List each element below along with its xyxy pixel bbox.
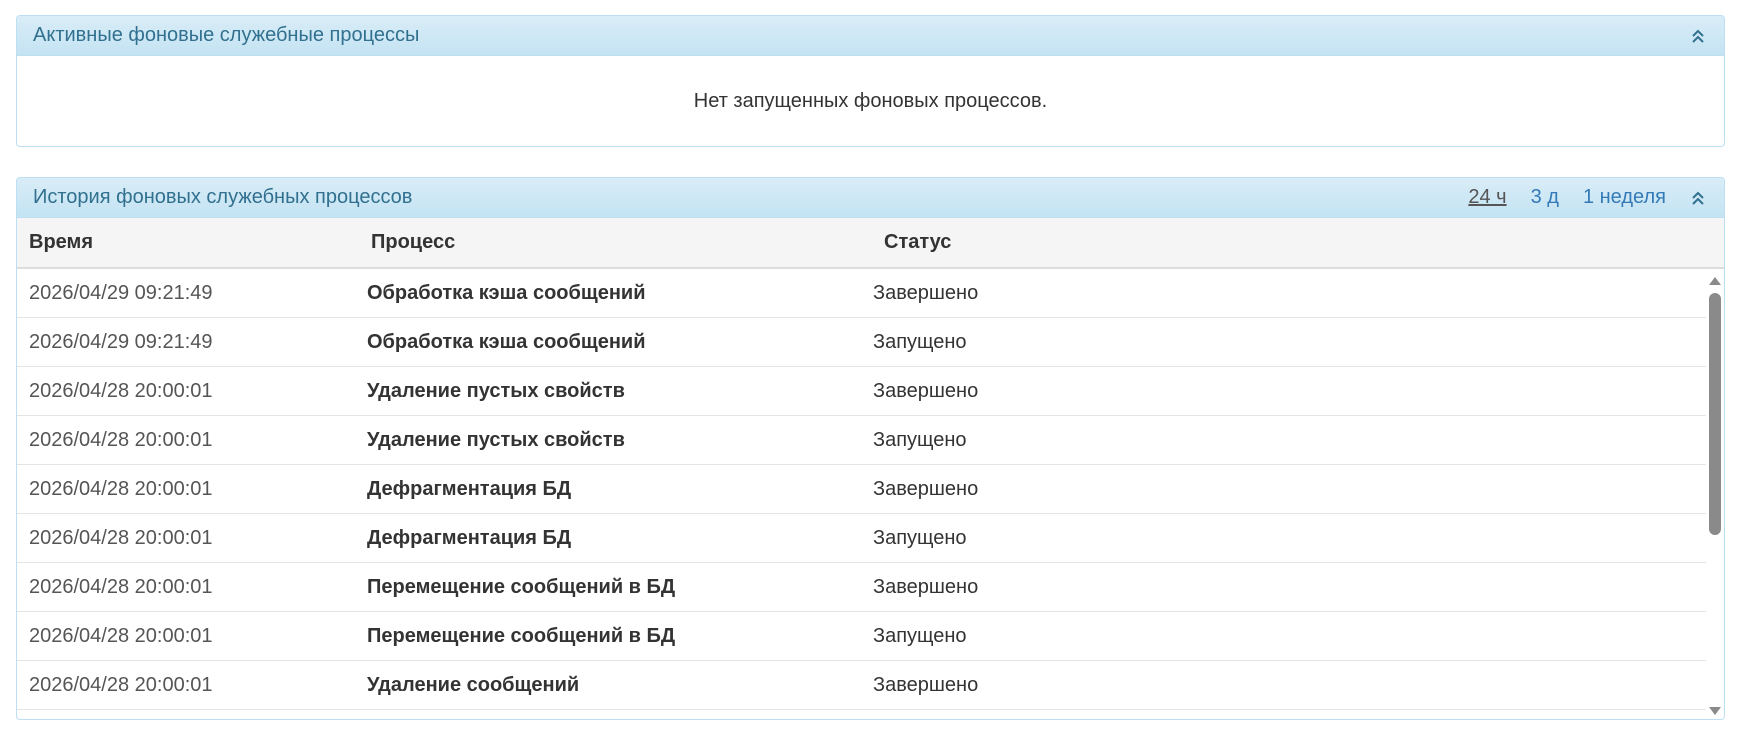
table-row: 2026/04/28 20:00:01 Дефрагментация БД За…	[17, 465, 1706, 514]
cell-time: 2026/04/28 20:00:01	[29, 379, 213, 402]
cell-time: 2026/04/29 09:21:49	[29, 330, 213, 353]
cell-process: Обработка кэша сообщений	[367, 330, 646, 353]
history-processes-panel: История фоновых служебных процессов 24 ч…	[16, 177, 1725, 720]
cell-time: 2026/04/28 20:00:01	[29, 673, 213, 696]
active-processes-heading: Активные фоновые служебные процессы	[17, 16, 1724, 56]
table-row: 2026/04/28 20:00:01 Удаление сообщений З…	[17, 661, 1706, 710]
table-scrollbar[interactable]	[1706, 269, 1724, 719]
cell-status: Запущено	[873, 526, 967, 549]
cell-time: 2026/04/28 20:00:01	[29, 428, 213, 451]
cell-process: Обработка кэша сообщений	[367, 281, 646, 304]
cell-process: Перемещение сообщений в БД	[367, 575, 676, 598]
scroll-up-arrow-icon[interactable]	[1709, 277, 1721, 285]
cell-time: 2026/04/28 20:00:01	[29, 477, 213, 500]
cell-status: Запущено	[873, 428, 967, 451]
cell-time: 2026/04/28 20:00:01	[29, 575, 213, 598]
collapse-history-button[interactable]	[1688, 188, 1708, 208]
cell-status: Завершено	[873, 575, 979, 598]
cell-status: Завершено	[873, 477, 979, 500]
chevron-double-up-icon	[1692, 191, 1704, 205]
cell-process: Удаление пустых свойств	[367, 379, 625, 402]
table-row: 2026/04/28 20:00:01 Удаление пустых свой…	[17, 367, 1706, 416]
cell-status: Завершено	[873, 673, 979, 696]
table-row: 2026/04/28 20:00:01 Удаление пустых свой…	[17, 416, 1706, 465]
table-row: 2026/04/29 09:21:49 Обработка кэша сообщ…	[17, 269, 1706, 318]
history-processes-heading: История фоновых служебных процессов 24 ч…	[17, 178, 1724, 218]
column-header-status[interactable]: Статус	[872, 231, 951, 254]
active-processes-title: Активные фоновые служебные процессы	[33, 24, 420, 46]
collapse-active-button[interactable]	[1688, 26, 1708, 46]
range-24h-link[interactable]: 24 ч	[1468, 186, 1506, 209]
range-3d-link[interactable]: 3 д	[1531, 186, 1559, 209]
cell-time: 2026/04/29 09:21:49	[29, 281, 213, 304]
no-active-processes-message: Нет запущенных фоновых процессов.	[693, 90, 1048, 112]
cell-status: Завершено	[873, 379, 979, 402]
cell-process: Перемещение сообщений в БД	[367, 624, 676, 647]
column-header-process[interactable]: Процесс	[359, 231, 872, 254]
history-table-header: Время Процесс Статус	[17, 218, 1724, 269]
cell-status: Завершено	[873, 281, 979, 304]
scrollbar-thumb[interactable]	[1709, 293, 1721, 535]
range-selector: 24 ч 3 д 1 неделя	[1444, 186, 1666, 209]
history-processes-title: История фоновых служебных процессов	[33, 186, 413, 208]
chevron-double-up-icon	[1692, 29, 1704, 43]
active-processes-panel: Активные фоновые служебные процессы Нет …	[16, 15, 1725, 147]
cell-process: Удаление сообщений	[367, 673, 580, 696]
scroll-down-arrow-icon[interactable]	[1709, 707, 1721, 715]
table-row: 2026/04/28 20:00:01 Дефрагментация БД За…	[17, 514, 1706, 563]
history-rows: 2026/04/29 09:21:49 Обработка кэша сообщ…	[17, 269, 1706, 710]
table-row: 2026/04/28 20:00:01 Перемещение сообщени…	[17, 612, 1706, 661]
cell-process: Удаление пустых свойств	[367, 428, 625, 451]
cell-process: Дефрагментация БД	[367, 526, 572, 549]
table-row: 2026/04/28 20:00:01 Перемещение сообщени…	[17, 563, 1706, 612]
cell-status: Запущено	[873, 624, 967, 647]
cell-status: Запущено	[873, 330, 967, 353]
cell-time: 2026/04/28 20:00:01	[29, 624, 213, 647]
table-row: 2026/04/29 09:21:49 Обработка кэша сообщ…	[17, 318, 1706, 367]
cell-time: 2026/04/28 20:00:01	[29, 526, 213, 549]
range-1week-link[interactable]: 1 неделя	[1583, 186, 1666, 209]
cell-process: Дефрагментация БД	[367, 477, 572, 500]
history-table-body: 2026/04/29 09:21:49 Обработка кэша сообщ…	[17, 269, 1724, 719]
column-header-time[interactable]: Время	[17, 231, 359, 254]
